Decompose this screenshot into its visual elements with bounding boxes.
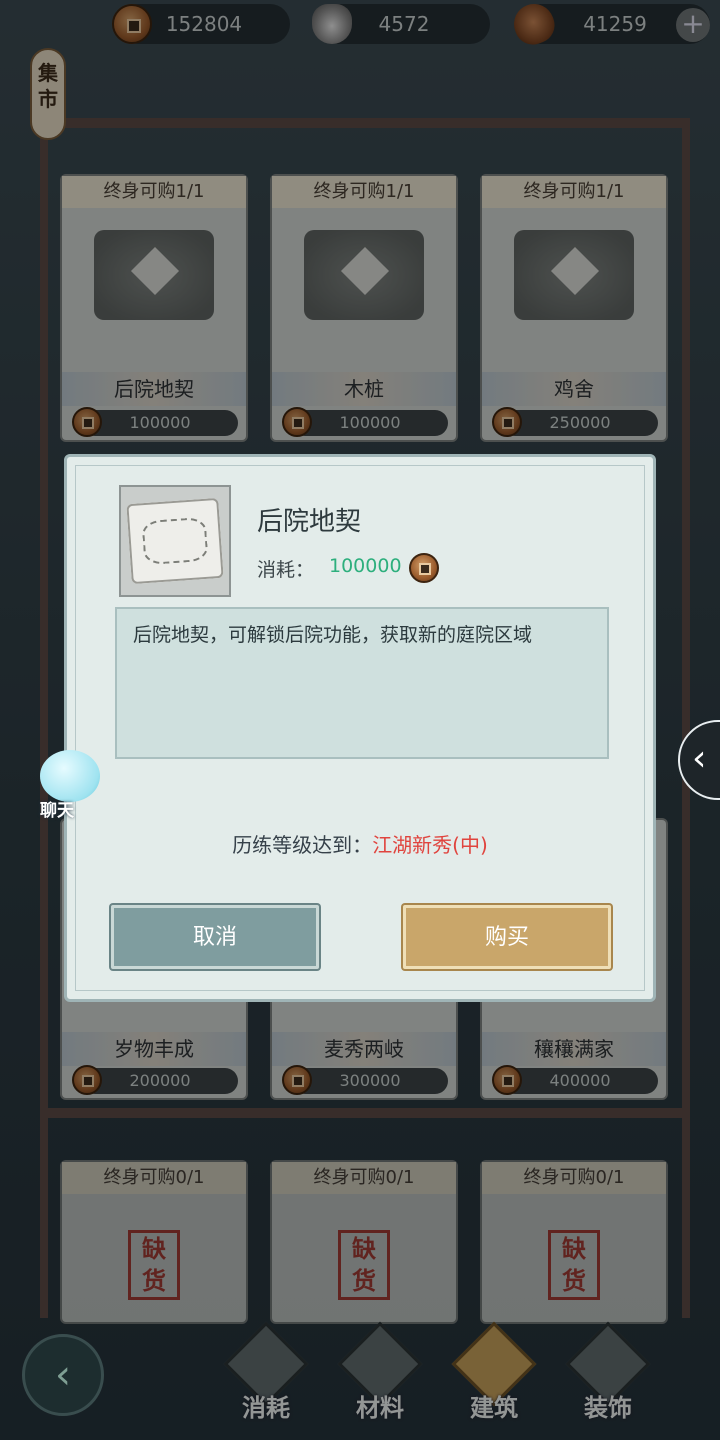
card-price-value: 200000 (129, 1071, 191, 1090)
sold-out-stamp: 缺货 (128, 1230, 180, 1300)
back-arrow-icon: ‹ (55, 1352, 71, 1398)
market-tag: 集市 (30, 48, 66, 140)
card-price: 200000 (72, 1065, 238, 1095)
purchase-dialog: 后院地契 消耗： 100000 后院地契，可解锁后院功能，获取新的庭院区域 历练… (64, 454, 656, 1002)
chat-bubble-icon[interactable] (40, 750, 100, 802)
tab-label: 材料 (356, 1394, 404, 1422)
cost-value: 100000 (329, 555, 402, 577)
shelf-rail-middle (40, 1108, 690, 1118)
card-price-value: 300000 (339, 1071, 401, 1090)
silver-ingot-icon (312, 4, 352, 44)
coin-icon (72, 1065, 102, 1095)
deed-scroll-icon (514, 230, 634, 320)
coin-counter: 152804 (112, 4, 290, 44)
card-price: 400000 (492, 1065, 658, 1095)
shelf-rail-top (40, 118, 690, 128)
card-price: 100000 (72, 407, 238, 437)
tab-decorations[interactable]: 装饰 (560, 1321, 656, 1434)
tab-buildings[interactable]: 建筑 (446, 1321, 542, 1434)
tab-label: 装饰 (584, 1394, 632, 1422)
card-name: 后院地契 (62, 372, 246, 406)
sold-out-stamp: 缺货 (548, 1230, 600, 1300)
buy-button[interactable]: 购买 (403, 905, 611, 969)
card-price-value: 100000 (129, 413, 191, 432)
tab-consumables[interactable]: 消耗 (218, 1321, 314, 1434)
cancel-button[interactable]: 取消 (111, 905, 319, 969)
shop-card[interactable]: 终身可购0/1 缺货 (62, 1162, 246, 1322)
coin-icon (492, 1065, 522, 1095)
card-limit: 终身可购1/1 (62, 176, 246, 208)
card-price: 300000 (282, 1065, 448, 1095)
card-limit: 终身可购0/1 (62, 1162, 246, 1194)
coin-icon (492, 407, 522, 437)
copper-amount: 41259 (583, 12, 647, 36)
item-thumbnail (119, 485, 231, 597)
shelf-post-left (40, 118, 48, 1318)
silver-amount: 4572 (378, 12, 430, 36)
card-name: 麦秀两岐 (272, 1032, 456, 1066)
card-limit: 终身可购0/1 (272, 1162, 456, 1194)
item-description: 后院地契，可解锁后院功能，获取新的庭院区域 (115, 607, 609, 759)
card-name: 鸡舍 (482, 372, 666, 406)
requirement-value: 江湖新秀(中) (372, 833, 488, 857)
requirement-line: 历练等级达到：江湖新秀(中) (67, 829, 653, 858)
card-price: 100000 (282, 407, 448, 437)
card-limit: 终身可购1/1 (482, 176, 666, 208)
card-price-value: 250000 (549, 413, 611, 432)
card-price-value: 100000 (339, 413, 401, 432)
coin-icon (282, 407, 312, 437)
card-price: 250000 (492, 407, 658, 437)
cost-label: 消耗： (257, 559, 315, 581)
deed-scroll-icon (304, 230, 424, 320)
shop-card[interactable]: 终身可购1/1 后院地契 100000 (62, 176, 246, 440)
map-scroll-icon (126, 497, 224, 585)
shop-card[interactable]: 终身可购0/1 缺货 (482, 1162, 666, 1322)
tab-label: 消耗 (242, 1394, 290, 1422)
sold-out-stamp: 缺货 (338, 1230, 390, 1300)
shelf-post-right (682, 118, 690, 1318)
card-name: 穰穰满家 (482, 1032, 666, 1066)
tab-label: 建筑 (470, 1394, 518, 1422)
requirement-label: 历练等级达到： (232, 833, 373, 857)
chat-label[interactable]: 聊天 (40, 796, 88, 821)
coin-amount: 152804 (165, 12, 243, 36)
coin-icon (112, 4, 152, 44)
market-tag-label: 集市 (38, 61, 58, 111)
shop-card[interactable]: 终身可购1/1 木桩 100000 (272, 176, 456, 440)
plus-icon[interactable]: + (676, 8, 710, 42)
silver-counter: 4572 (312, 4, 490, 44)
card-name: 岁物丰成 (62, 1032, 246, 1066)
coin-icon (72, 407, 102, 437)
card-limit: 终身可购1/1 (272, 176, 456, 208)
tab-materials[interactable]: 材料 (332, 1321, 428, 1434)
shop-card[interactable]: 终身可购1/1 鸡舍 250000 (482, 176, 666, 440)
shop-card[interactable]: 终身可购0/1 缺货 (272, 1162, 456, 1322)
coin-icon (409, 553, 439, 583)
card-name: 木桩 (272, 372, 456, 406)
coin-icon (282, 1065, 312, 1095)
card-price-value: 400000 (549, 1071, 611, 1090)
deed-scroll-icon (94, 230, 214, 320)
back-button[interactable]: ‹ (22, 1334, 104, 1416)
chevron-left-icon: ‹ (692, 738, 707, 779)
card-limit: 终身可购0/1 (482, 1162, 666, 1194)
item-title: 后院地契 (257, 507, 362, 537)
